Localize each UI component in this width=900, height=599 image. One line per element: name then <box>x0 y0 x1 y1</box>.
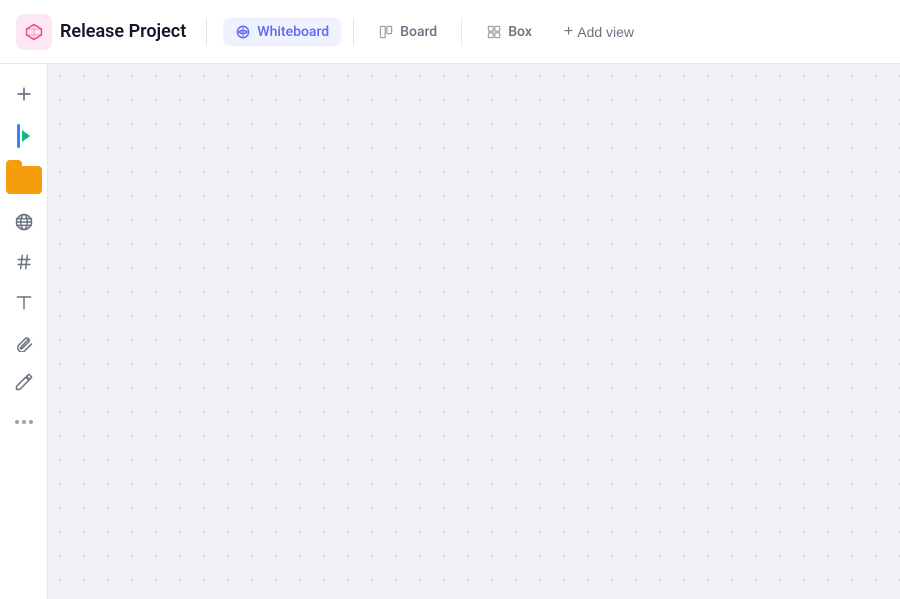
main-layout <box>0 64 900 599</box>
sidebar-item-draw[interactable] <box>6 364 42 400</box>
play-triangle <box>22 130 30 142</box>
tab-divider-2 <box>461 18 462 46</box>
whiteboard-tab-label: Whiteboard <box>257 24 329 40</box>
sidebar-item-text[interactable] <box>6 284 42 320</box>
header: Release Project Whiteboard <box>0 0 900 64</box>
sidebar-item-more[interactable] <box>6 404 42 440</box>
tab-board[interactable]: Board <box>366 18 449 46</box>
dot-3 <box>29 420 33 424</box>
media-icon <box>17 124 30 148</box>
dot-2 <box>22 420 26 424</box>
sidebar-item-files[interactable] <box>4 160 44 200</box>
nav-tabs: Whiteboard Board <box>223 18 544 46</box>
media-line <box>17 124 20 148</box>
tab-divider-1 <box>353 18 354 46</box>
board-tab-icon <box>378 24 394 40</box>
more-dots-icon <box>15 420 33 424</box>
sidebar-item-add[interactable] <box>6 76 42 112</box>
sidebar-item-attach[interactable] <box>6 324 42 360</box>
header-divider <box>206 18 207 46</box>
sidebar-item-hash[interactable] <box>6 244 42 280</box>
sidebar <box>0 64 48 599</box>
tab-box[interactable]: Box <box>474 18 544 46</box>
sidebar-item-media[interactable] <box>4 116 44 156</box>
dot-1 <box>15 420 19 424</box>
whiteboard-tab-icon <box>235 24 251 40</box>
folder-icon <box>6 166 42 194</box>
project-icon <box>16 14 52 50</box>
board-tab-label: Board <box>400 24 437 40</box>
project-title: Release Project <box>60 21 186 42</box>
box-tab-label: Box <box>508 24 532 40</box>
add-view-button[interactable]: + Add view <box>552 17 646 47</box>
whiteboard-canvas[interactable] <box>48 64 900 599</box>
add-view-label: Add view <box>577 24 634 40</box>
tab-whiteboard[interactable]: Whiteboard <box>223 18 341 46</box>
add-view-plus-icon: + <box>564 23 573 41</box>
box-tab-icon <box>486 24 502 40</box>
sidebar-item-globe[interactable] <box>6 204 42 240</box>
